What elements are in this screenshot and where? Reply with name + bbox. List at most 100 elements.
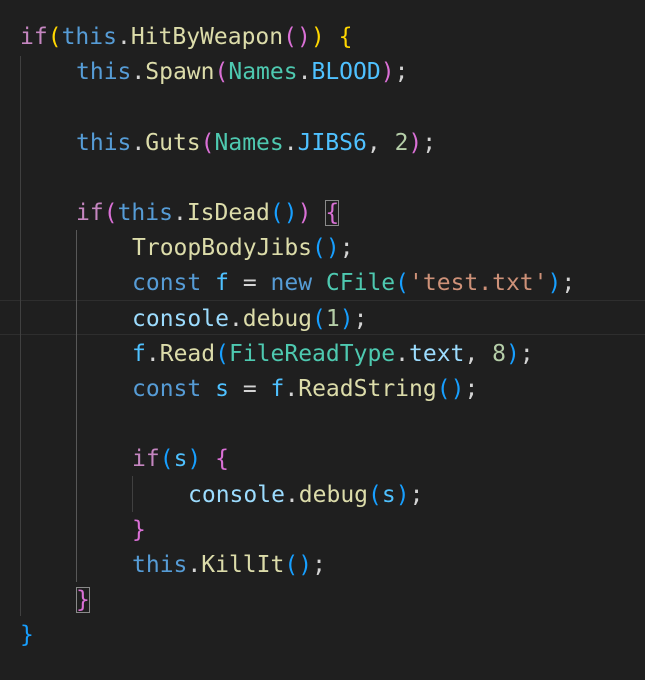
code-token: . bbox=[131, 59, 146, 86]
code-token: 1 bbox=[325, 305, 340, 332]
code-token: Read bbox=[159, 340, 216, 367]
code-token: this bbox=[132, 552, 188, 578]
code-token: ( bbox=[200, 129, 215, 156]
code-token: ) bbox=[283, 200, 298, 226]
code-line[interactable]: if(s) { bbox=[132, 442, 229, 477]
code-token: CFile bbox=[325, 270, 396, 297]
code-token: ReadString bbox=[298, 376, 437, 402]
code-token: . bbox=[395, 340, 409, 367]
code-token: console bbox=[188, 481, 285, 508]
code-token: ; bbox=[464, 376, 479, 402]
code-token: ) bbox=[297, 24, 311, 50]
code-token: BLOOD bbox=[311, 59, 381, 86]
code-token: debug bbox=[242, 305, 313, 332]
code-token: ) bbox=[380, 59, 395, 86]
code-token: HitByWeapon bbox=[130, 24, 284, 50]
code-token: ) bbox=[310, 24, 325, 50]
code-editor[interactable]: if(this.HitByWeapon()) {this.Spawn(Names… bbox=[0, 0, 645, 680]
code-token: this bbox=[76, 59, 132, 86]
code-token: Names bbox=[214, 129, 284, 156]
code-token: . bbox=[283, 129, 298, 156]
code-token: { bbox=[325, 200, 340, 226]
code-token: Names bbox=[228, 59, 298, 86]
code-line[interactable]: } bbox=[132, 513, 146, 548]
code-token: FileReadType bbox=[228, 340, 396, 367]
code-token: TroopBodyJibs bbox=[132, 235, 313, 262]
code-token: ) bbox=[408, 129, 423, 156]
code-token: Spawn bbox=[145, 59, 215, 86]
code-line[interactable]: f.Read(FileReadType.text, 8); bbox=[132, 337, 534, 372]
code-token: . bbox=[145, 340, 160, 367]
code-token: 'test.txt' bbox=[409, 270, 548, 297]
code-token: ) bbox=[339, 305, 354, 332]
code-token: . bbox=[297, 59, 312, 86]
code-token: const bbox=[132, 376, 202, 402]
code-token: ( bbox=[215, 340, 229, 367]
code-line[interactable]: console.debug(1); bbox=[132, 302, 367, 337]
code-token: this bbox=[76, 129, 132, 156]
code-token: ( bbox=[368, 481, 382, 508]
code-token: IsDead bbox=[186, 200, 270, 226]
indent-guide-level3 bbox=[132, 476, 133, 512]
code-line[interactable]: this.Spawn(Names.BLOOD); bbox=[76, 55, 408, 90]
code-token: { bbox=[215, 446, 229, 473]
indent-guide-level2 bbox=[76, 230, 77, 582]
code-token: ; bbox=[353, 305, 368, 332]
code-token: ( bbox=[395, 270, 410, 297]
code-token: s bbox=[173, 446, 188, 473]
code-token: } bbox=[76, 587, 90, 614]
code-token: . bbox=[172, 200, 187, 226]
code-token: JIBS6 bbox=[297, 129, 367, 156]
code-line[interactable]: TroopBodyJibs(); bbox=[132, 231, 354, 266]
code-token: ; bbox=[519, 340, 534, 367]
code-token: ) bbox=[298, 552, 313, 578]
code-line[interactable]: if(this.HitByWeapon()) { bbox=[20, 20, 352, 55]
code-token: if bbox=[132, 446, 160, 473]
code-token: 2 bbox=[394, 129, 409, 156]
code-line[interactable]: this.KillIt(); bbox=[132, 548, 326, 583]
code-token: ( bbox=[436, 376, 451, 402]
code-line[interactable]: const s = f.ReadString(); bbox=[132, 372, 478, 407]
code-token: , bbox=[366, 129, 395, 156]
code-token: f bbox=[132, 340, 146, 367]
code-token: f bbox=[270, 376, 285, 402]
code-token: ( bbox=[312, 305, 326, 332]
code-line[interactable]: const f = new CFile('test.txt'); bbox=[132, 266, 575, 301]
code-token: ; bbox=[394, 59, 409, 86]
code-token: KillIt bbox=[201, 552, 285, 578]
code-token: ( bbox=[269, 200, 284, 226]
code-token: ( bbox=[312, 235, 326, 262]
code-line[interactable]: } bbox=[76, 583, 90, 618]
code-token: ; bbox=[561, 270, 576, 297]
code-token: Guts bbox=[145, 129, 201, 156]
code-token: text bbox=[409, 340, 465, 367]
code-token: ( bbox=[284, 552, 299, 578]
code-token: , bbox=[464, 340, 493, 367]
code-token: ) bbox=[297, 200, 312, 226]
code-token: this bbox=[117, 200, 173, 226]
code-line[interactable]: } bbox=[20, 618, 34, 653]
code-token: . bbox=[284, 481, 299, 508]
code-token: if bbox=[20, 24, 48, 50]
code-token: ( bbox=[103, 200, 118, 226]
code-token: . bbox=[116, 24, 131, 50]
code-token: . bbox=[187, 552, 202, 578]
code-token: . bbox=[284, 376, 299, 402]
code-token: ) bbox=[325, 235, 340, 262]
code-token: . bbox=[228, 305, 243, 332]
code-token: = bbox=[228, 376, 271, 402]
code-token: ( bbox=[47, 24, 62, 50]
code-token: new bbox=[270, 270, 313, 297]
code-token: debug bbox=[298, 481, 369, 508]
code-token: this bbox=[61, 24, 117, 50]
code-token: ; bbox=[339, 235, 354, 262]
code-line[interactable]: if(this.IsDead()) { bbox=[76, 196, 340, 231]
code-line[interactable]: console.debug(s); bbox=[188, 478, 423, 513]
code-token: ) bbox=[547, 270, 562, 297]
code-line[interactable]: this.Guts(Names.JIBS6, 2); bbox=[76, 126, 436, 161]
